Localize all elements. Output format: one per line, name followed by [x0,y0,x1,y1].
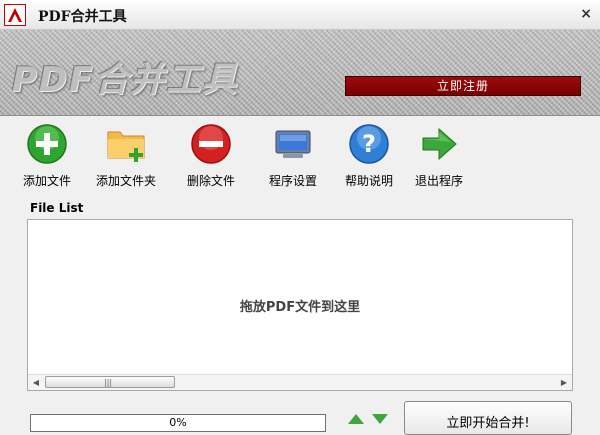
toolbar: 添加文件 添加文件夹 删除文件 程序设置 ? 帮助说明 退出程序 [0,116,600,194]
plus-circle-icon [27,124,67,164]
help-button[interactable]: ? 帮助说明 [340,122,398,192]
horizontal-scrollbar[interactable]: ◀ ||| ▶ [28,374,572,390]
add-folder-button[interactable]: 添加文件夹 [90,122,162,192]
banner-logo: PDF合并工具 [12,60,239,100]
help-label: 帮助说明 [344,174,393,188]
title-bar: PDF合并工具 × [0,0,600,30]
delete-file-label: 删除文件 [186,174,235,188]
settings-label: 程序设置 [268,174,317,188]
progress-text: 0% [169,416,187,429]
svg-text:?: ? [362,130,376,158]
settings-button[interactable]: 程序设置 [262,122,324,192]
add-file-button[interactable]: 添加文件 [18,122,76,192]
help-icon: ? [349,124,389,164]
scroll-thumb[interactable]: ||| [45,376,175,388]
close-icon[interactable]: × [580,6,592,22]
drop-hint-text: 拖放PDF文件到这里 [239,300,361,315]
scroll-left-icon[interactable]: ◀ [28,375,44,390]
register-button[interactable]: 立即注册 [345,76,581,96]
scroll-right-icon[interactable]: ▶ [556,375,572,390]
app-logo-icon [4,4,26,26]
reorder-arrows-icon[interactable] [346,410,390,424]
scroll-grip-icon: ||| [104,378,113,387]
exit-label: 退出程序 [414,174,463,188]
file-list-label: File List [30,201,84,215]
banner: PDF合并工具 立即注册 [0,30,600,116]
add-folder-label: 添加文件夹 [95,174,156,188]
window-title: PDF合并工具 [38,9,127,25]
exit-button[interactable]: 退出程序 [410,122,468,192]
delete-file-button[interactable]: 删除文件 [182,122,240,192]
folder-add-icon [107,131,145,162]
minus-circle-icon [191,124,231,164]
exit-arrow-icon [422,127,457,161]
file-list-dropzone[interactable]: 拖放PDF文件到这里 ◀ ||| ▶ [27,219,573,391]
add-file-label: 添加文件 [22,174,71,188]
progress-bar: 0% [30,414,326,432]
start-merge-button[interactable]: 立即开始合并! [404,401,572,435]
monitor-icon [275,130,311,158]
